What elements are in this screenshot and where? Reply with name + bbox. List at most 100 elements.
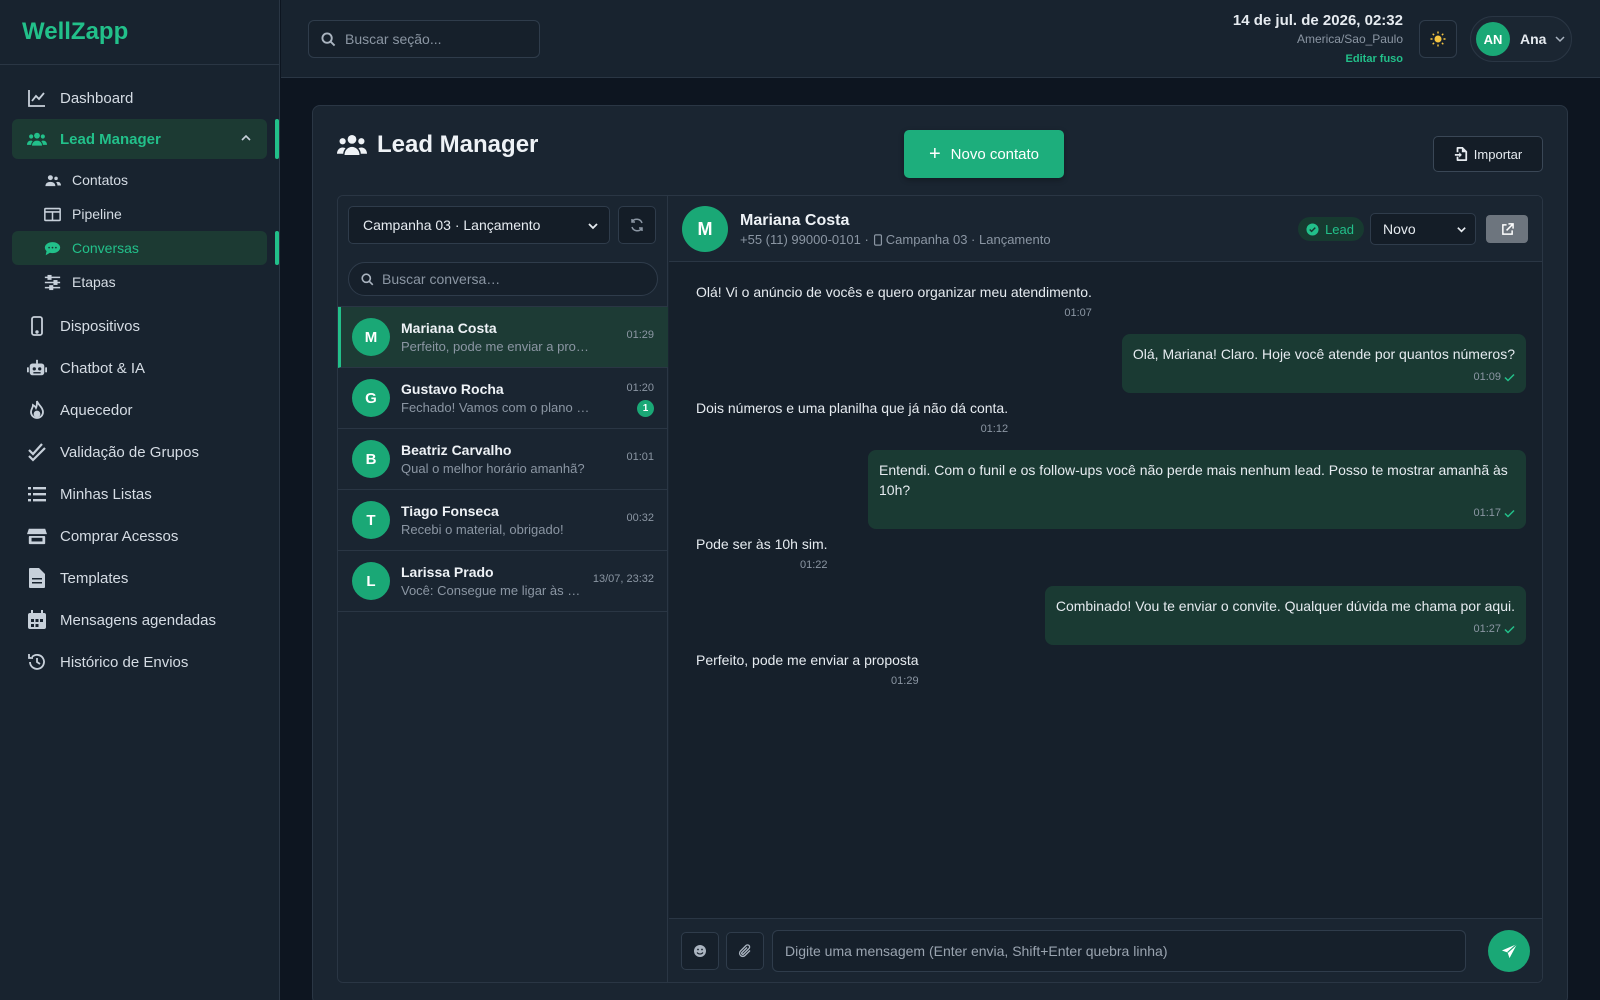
- user-avatar: AN: [1476, 22, 1510, 56]
- emoji-button[interactable]: [681, 932, 719, 970]
- check-circle-icon: [1306, 222, 1319, 236]
- sidebar-item-comprar[interactable]: Comprar Acessos: [0, 515, 279, 557]
- section-search[interactable]: [308, 20, 540, 58]
- chat-contact-details: +55 (11) 99000-0101 · Campanha 03 · Lanç…: [740, 232, 1051, 247]
- theme-toggle-button[interactable]: [1419, 20, 1457, 58]
- sidebar-item-label: Histórico de Envios: [60, 653, 189, 671]
- contact-name: Gustavo Rocha: [401, 381, 504, 397]
- sidebar-item-historico[interactable]: Histórico de Envios: [0, 641, 279, 683]
- last-message-preview: Recebi o material, obrigado!: [401, 522, 564, 537]
- last-message-preview: Fechado! Vamos com o plano Escala.: [401, 400, 591, 415]
- paperclip-icon: [738, 944, 751, 958]
- contact-avatar: G: [352, 379, 390, 417]
- sidebar-subitem-contatos[interactable]: Contatos: [0, 163, 279, 197]
- fire-icon: [26, 399, 48, 421]
- sidebar-subitem-conversas[interactable]: Conversas: [12, 231, 279, 265]
- conversation-search[interactable]: [348, 262, 658, 296]
- refresh-button[interactable]: [618, 206, 656, 244]
- sidebar-item-dashboard[interactable]: Dashboard: [0, 77, 279, 119]
- message-thread: Olá! Vi o anúncio de vocês e quero organ…: [669, 262, 1542, 918]
- message-text: Entendi. Com o funil e os follow-ups voc…: [879, 462, 1508, 498]
- last-message-time: 01:20: [626, 382, 654, 394]
- contact-avatar: B: [352, 440, 390, 478]
- new-contact-button[interactable]: + Novo contato: [904, 130, 1064, 178]
- page-title: Lead Manager: [337, 131, 538, 159]
- plus-icon: +: [928, 142, 941, 165]
- new-contact-label: Novo contato: [950, 145, 1040, 163]
- sidebar-item-label: Comprar Acessos: [60, 527, 179, 545]
- send-button[interactable]: [1488, 930, 1530, 972]
- sidebar-item-listas[interactable]: Minhas Listas: [0, 473, 279, 515]
- app-logo[interactable]: WellZapp: [0, 0, 279, 65]
- edit-timezone-link[interactable]: Editar fuso: [1233, 53, 1403, 65]
- lead-status-select[interactable]: Novo: [1370, 213, 1476, 245]
- message-text: Olá! Vi o anúncio de vocês e quero organ…: [696, 284, 1092, 300]
- message-time: 01:07: [1064, 307, 1092, 319]
- contact-name: Beatriz Carvalho: [401, 442, 512, 458]
- users-icon: [26, 128, 48, 150]
- sidebar-item-templates[interactable]: Templates: [0, 557, 279, 599]
- message-incoming: Olá! Vi o anúncio de vocês e quero organ…: [696, 284, 1092, 319]
- attach-button[interactable]: [726, 932, 764, 970]
- last-message-time: 01:01: [626, 451, 654, 463]
- sidebar-item-validacao[interactable]: Validação de Grupos: [0, 431, 279, 473]
- contact-avatar: M: [352, 318, 390, 356]
- sidebar-subitem-label: Contatos: [72, 172, 129, 188]
- last-message-time: 01:29: [626, 329, 654, 341]
- open-external-button[interactable]: [1486, 215, 1528, 243]
- message-outgoing: Olá, Mariana! Claro. Hoje você atende po…: [1121, 334, 1526, 393]
- sidebar-subitem-etapas[interactable]: Etapas: [0, 265, 279, 299]
- file-icon: [26, 567, 48, 589]
- file-import-icon: [1454, 147, 1467, 161]
- contact-avatar: T: [352, 501, 390, 539]
- sidebar-item-chatbot[interactable]: Chatbot & IA: [0, 347, 279, 389]
- users-icon: [42, 170, 62, 190]
- sidebar-item-agendadas[interactable]: Mensagens agendadas: [0, 599, 279, 641]
- sidebar-item-dispositivos[interactable]: Dispositivos: [0, 305, 279, 347]
- conversation-list: M Mariana Costa Perfeito, pode me enviar …: [338, 306, 668, 612]
- message-text: Dois números e uma planilha que já não d…: [696, 400, 1009, 416]
- check-double-icon: [26, 441, 48, 463]
- conversation-item[interactable]: L Larissa Prado Você: Consegue me ligar à…: [338, 551, 668, 612]
- refresh-icon: [631, 218, 643, 232]
- conversation-item[interactable]: G Gustavo Rocha Fechado! Vamos com o plan…: [338, 368, 668, 429]
- search-icon: [361, 272, 374, 285]
- sidebar-subitem-pipeline[interactable]: Pipeline: [0, 197, 279, 231]
- store-icon: [26, 525, 48, 547]
- section-search-input[interactable]: [345, 31, 525, 47]
- conversation-item[interactable]: B Beatriz Carvalho Qual o melhor horário …: [338, 429, 668, 490]
- sidebar-item-lead-manager[interactable]: Lead Manager: [12, 119, 279, 159]
- contact-name: Mariana Costa: [401, 320, 497, 336]
- sidebar: WellZapp Dashboard Lead Manager Contatos…: [0, 0, 280, 1000]
- import-button[interactable]: Importar: [1433, 136, 1543, 172]
- message-time: 01:12: [980, 423, 1009, 435]
- campaign-select[interactable]: Campanha 03 · Lançamento: [348, 206, 610, 244]
- chevron-down-icon: [588, 223, 598, 230]
- message-text: Perfeito, pode me enviar a proposta: [696, 652, 919, 668]
- message-composer: [669, 918, 1542, 982]
- conversation-search-input[interactable]: [382, 271, 642, 287]
- last-message-preview: Perfeito, pode me enviar a proposta: [401, 339, 591, 354]
- chevron-up-icon[interactable]: [239, 131, 253, 145]
- active-indicator: [275, 119, 279, 159]
- list-icon: [26, 483, 48, 505]
- last-message-time: 00:32: [626, 512, 654, 524]
- chat-header: M Mariana Costa +55 (11) 99000-0101 · Ca…: [669, 196, 1542, 262]
- sidebar-item-label: Lead Manager: [60, 130, 161, 148]
- robot-icon: [26, 357, 48, 379]
- smile-icon: [694, 945, 706, 957]
- mobile-icon: [873, 233, 882, 246]
- sidebar-item-aquecedor[interactable]: Aquecedor: [0, 389, 279, 431]
- columns-icon: [42, 204, 62, 224]
- conversation-item[interactable]: M Mariana Costa Perfeito, pode me enviar …: [338, 307, 668, 368]
- user-menu[interactable]: AN Ana: [1470, 16, 1572, 62]
- sidebar-item-label: Dashboard: [60, 89, 134, 107]
- check-icon: [1504, 625, 1515, 634]
- lead-manager-card: Lead Manager + Novo contato Importar Cam…: [312, 105, 1568, 1000]
- message-input[interactable]: [772, 930, 1466, 972]
- chat-contact-name: Mariana Costa: [740, 212, 850, 229]
- message-incoming: Pode ser às 10h sim. 01:22: [696, 536, 828, 571]
- sidebar-item-label: Dispositivos: [60, 317, 141, 335]
- timezone-label: America/Sao_Paulo: [1296, 32, 1403, 46]
- conversation-item[interactable]: T Tiago Fonseca Recebi o material, obriga…: [338, 490, 668, 551]
